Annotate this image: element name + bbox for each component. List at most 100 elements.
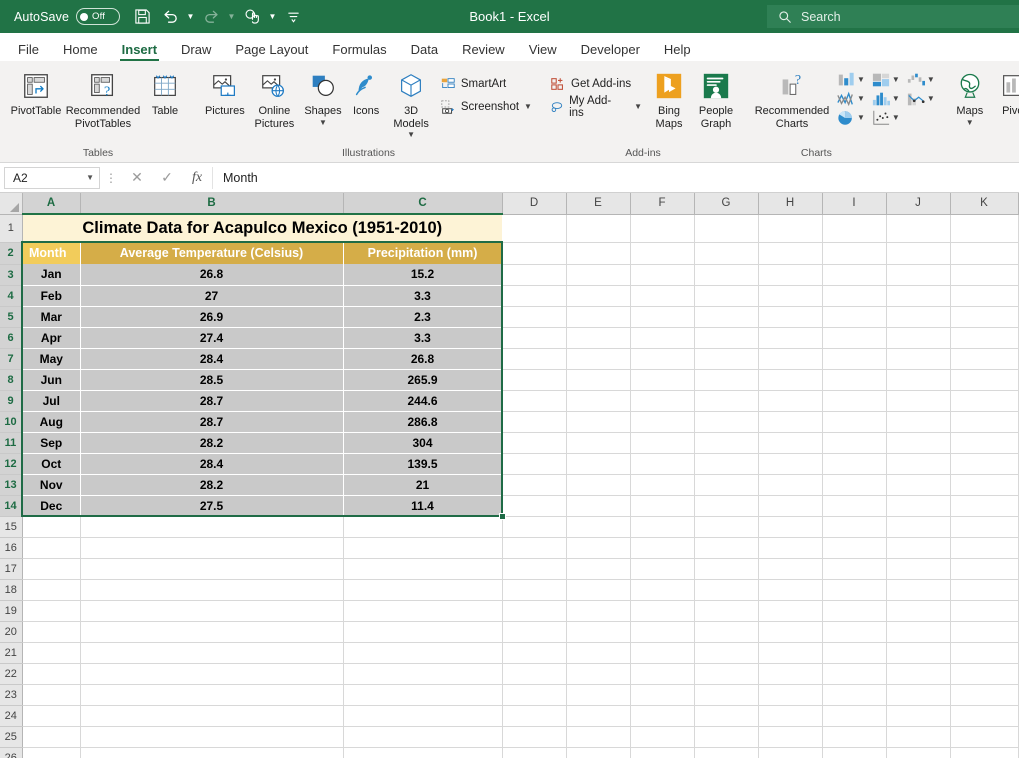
- my-addins-dropdown-icon[interactable]: ▼: [634, 102, 642, 111]
- cell-j3[interactable]: [886, 264, 951, 286]
- cell-e8[interactable]: [566, 369, 631, 391]
- cell-j10[interactable]: [886, 411, 951, 433]
- cell-j22[interactable]: [886, 663, 951, 685]
- bing-maps-button[interactable]: Bing Maps: [646, 66, 692, 130]
- cell-j16[interactable]: [886, 537, 951, 559]
- cell-b12[interactable]: 28.4: [80, 453, 344, 475]
- cell-k15[interactable]: [950, 516, 1019, 538]
- cell-e20[interactable]: [566, 621, 631, 643]
- cell-a13[interactable]: Nov: [22, 474, 81, 496]
- column-header-k[interactable]: K: [950, 193, 1019, 215]
- cell-c3[interactable]: 15.2: [343, 264, 503, 286]
- save-icon[interactable]: [128, 4, 156, 30]
- cell-e14[interactable]: [566, 495, 631, 517]
- cell-k21[interactable]: [950, 642, 1019, 664]
- column-header-h[interactable]: H: [758, 193, 823, 215]
- cell-a24[interactable]: [22, 705, 81, 727]
- cell-i24[interactable]: [822, 705, 887, 727]
- cell-b10[interactable]: 28.7: [80, 411, 344, 433]
- cell-i11[interactable]: [822, 432, 887, 454]
- cell-j8[interactable]: [886, 369, 951, 391]
- cell-c26[interactable]: [343, 747, 503, 758]
- cell-h26[interactable]: [758, 747, 823, 758]
- hierarchy-chart-button[interactable]: ▼: [869, 71, 904, 89]
- cell-k7[interactable]: [950, 348, 1019, 370]
- cell-k23[interactable]: [950, 684, 1019, 706]
- cell-e25[interactable]: [566, 726, 631, 748]
- cell-h10[interactable]: [758, 411, 823, 433]
- smartart-button[interactable]: SmartArt: [436, 72, 536, 95]
- cell-h13[interactable]: [758, 474, 823, 496]
- cell-j7[interactable]: [886, 348, 951, 370]
- cell-g20[interactable]: [694, 621, 759, 643]
- tab-view[interactable]: View: [517, 43, 569, 61]
- cell-d18[interactable]: [502, 579, 567, 601]
- insert-function-icon[interactable]: fx: [182, 167, 212, 189]
- customize-qat-icon[interactable]: [279, 4, 307, 30]
- cell-c18[interactable]: [343, 579, 503, 601]
- cell-h2[interactable]: [758, 242, 823, 265]
- cell-i9[interactable]: [822, 390, 887, 412]
- statistic-chart-button[interactable]: ▼: [869, 90, 904, 108]
- row-header-23[interactable]: 23: [0, 684, 23, 706]
- cell-f22[interactable]: [630, 663, 695, 685]
- row-header-4[interactable]: 4: [0, 285, 23, 307]
- cell-d19[interactable]: [502, 600, 567, 622]
- cell-b6[interactable]: 27.4: [80, 327, 344, 349]
- cell-j4[interactable]: [886, 285, 951, 307]
- cell-d7[interactable]: [502, 348, 567, 370]
- cell-j1[interactable]: [886, 214, 951, 243]
- column-header-b[interactable]: B: [80, 193, 344, 215]
- cell-h12[interactable]: [758, 453, 823, 475]
- cell-h24[interactable]: [758, 705, 823, 727]
- row-header-6[interactable]: 6: [0, 327, 23, 349]
- cell-d17[interactable]: [502, 558, 567, 580]
- cell-k8[interactable]: [950, 369, 1019, 391]
- cell-i18[interactable]: [822, 579, 887, 601]
- column-header-a[interactable]: A: [22, 193, 81, 215]
- cell-k26[interactable]: [950, 747, 1019, 758]
- cell-i21[interactable]: [822, 642, 887, 664]
- cell-k11[interactable]: [950, 432, 1019, 454]
- cell-d12[interactable]: [502, 453, 567, 475]
- cell-i8[interactable]: [822, 369, 887, 391]
- cell-f14[interactable]: [630, 495, 695, 517]
- cell-g4[interactable]: [694, 285, 759, 307]
- cell-j25[interactable]: [886, 726, 951, 748]
- cell-b13[interactable]: 28.2: [80, 474, 344, 496]
- icons-button[interactable]: Icons: [346, 66, 386, 118]
- cell-g13[interactable]: [694, 474, 759, 496]
- row-header-21[interactable]: 21: [0, 642, 23, 664]
- cell-i15[interactable]: [822, 516, 887, 538]
- cell-j5[interactable]: [886, 306, 951, 328]
- cell-d9[interactable]: [502, 390, 567, 412]
- cell-k3[interactable]: [950, 264, 1019, 286]
- cell-j18[interactable]: [886, 579, 951, 601]
- 3d-models-button[interactable]: 3D Models ▼: [386, 66, 436, 139]
- cell-h6[interactable]: [758, 327, 823, 349]
- cell-b18[interactable]: [80, 579, 344, 601]
- cell-e19[interactable]: [566, 600, 631, 622]
- cell-g21[interactable]: [694, 642, 759, 664]
- cell-f1[interactable]: [630, 214, 695, 243]
- cell-h15[interactable]: [758, 516, 823, 538]
- cell-c16[interactable]: [343, 537, 503, 559]
- cell-d1[interactable]: [502, 214, 567, 243]
- cell-b23[interactable]: [80, 684, 344, 706]
- cell-i5[interactable]: [822, 306, 887, 328]
- tab-help[interactable]: Help: [652, 43, 703, 61]
- online-pictures-button[interactable]: Online Pictures: [249, 66, 300, 130]
- row-header-22[interactable]: 22: [0, 663, 23, 685]
- maps-dropdown-icon[interactable]: ▼: [966, 118, 974, 127]
- cell-h17[interactable]: [758, 558, 823, 580]
- cell-e9[interactable]: [566, 390, 631, 412]
- cell-f13[interactable]: [630, 474, 695, 496]
- cell-i10[interactable]: [822, 411, 887, 433]
- cell-b5[interactable]: 26.9: [80, 306, 344, 328]
- recommended-charts-button[interactable]: ? Recommended Charts: [750, 66, 834, 130]
- cell-j19[interactable]: [886, 600, 951, 622]
- cell-a25[interactable]: [22, 726, 81, 748]
- combo-chart-dropdown-icon[interactable]: ▼: [927, 95, 935, 103]
- cell-i22[interactable]: [822, 663, 887, 685]
- row-header-5[interactable]: 5: [0, 306, 23, 328]
